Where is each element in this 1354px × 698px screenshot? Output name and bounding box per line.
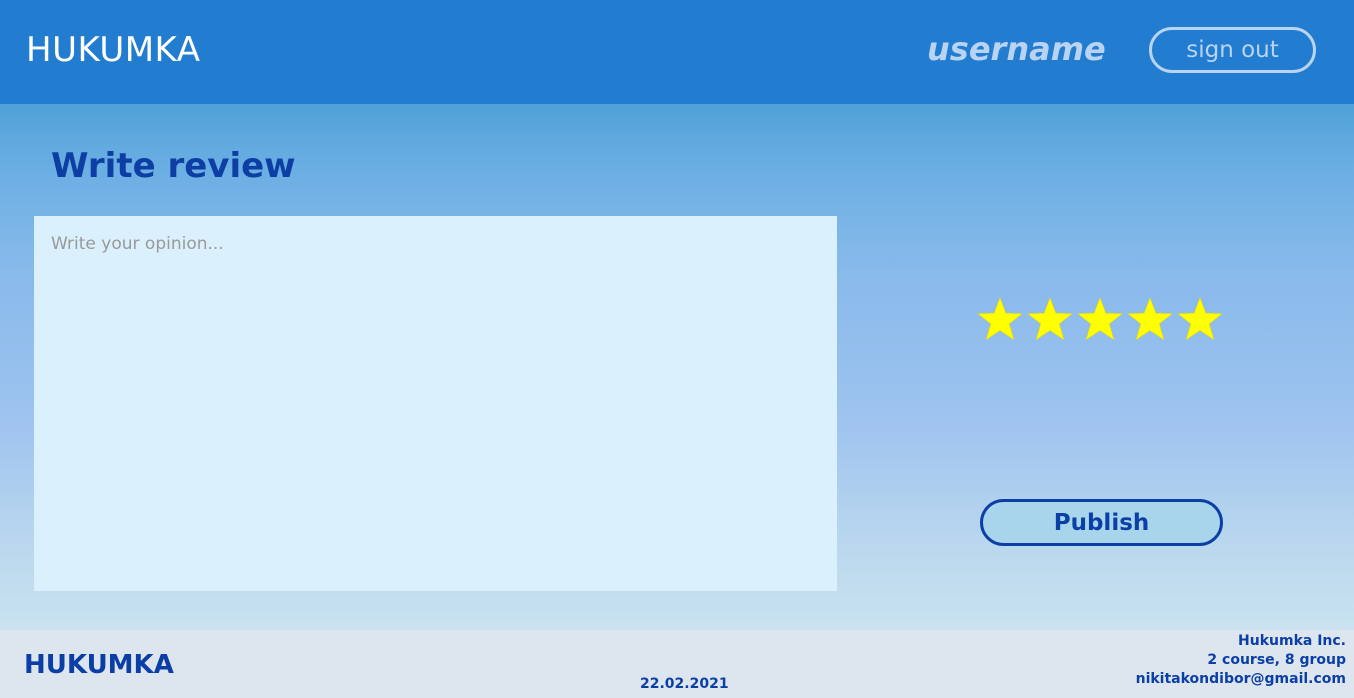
footer-date: 22.02.2021 bbox=[640, 676, 729, 692]
review-textarea[interactable] bbox=[34, 216, 837, 591]
star-rating[interactable] bbox=[976, 296, 1224, 352]
group-info: 2 course, 8 group bbox=[1207, 652, 1346, 668]
footer: HUKUMKA 22.02.2021 Hukumka Inc. 2 course… bbox=[0, 630, 1354, 698]
star-icon[interactable] bbox=[1076, 296, 1124, 344]
star-icon[interactable] bbox=[1126, 296, 1174, 344]
header-bar: HUKUMKA username sign out bbox=[0, 0, 1354, 104]
contact-email[interactable]: nikitakondibor@gmail.com bbox=[1136, 670, 1346, 689]
star-icon[interactable] bbox=[1176, 296, 1224, 344]
star-icon[interactable] bbox=[1026, 296, 1074, 344]
review-section: Write review Publish bbox=[0, 104, 1354, 630]
footer-logo: HUKUMKA bbox=[24, 650, 174, 680]
publish-button[interactable]: Publish bbox=[980, 499, 1223, 546]
company-name: Hukumka Inc. bbox=[1238, 633, 1346, 649]
sign-out-button[interactable]: sign out bbox=[1149, 27, 1316, 73]
footer-info: Hukumka Inc. 2 course, 8 group nikitakon… bbox=[1136, 632, 1346, 689]
page-title: Write review bbox=[51, 146, 296, 186]
star-icon[interactable] bbox=[976, 296, 1024, 344]
app-logo[interactable]: HUKUMKA bbox=[26, 30, 201, 70]
username-label[interactable]: username bbox=[927, 30, 1106, 68]
